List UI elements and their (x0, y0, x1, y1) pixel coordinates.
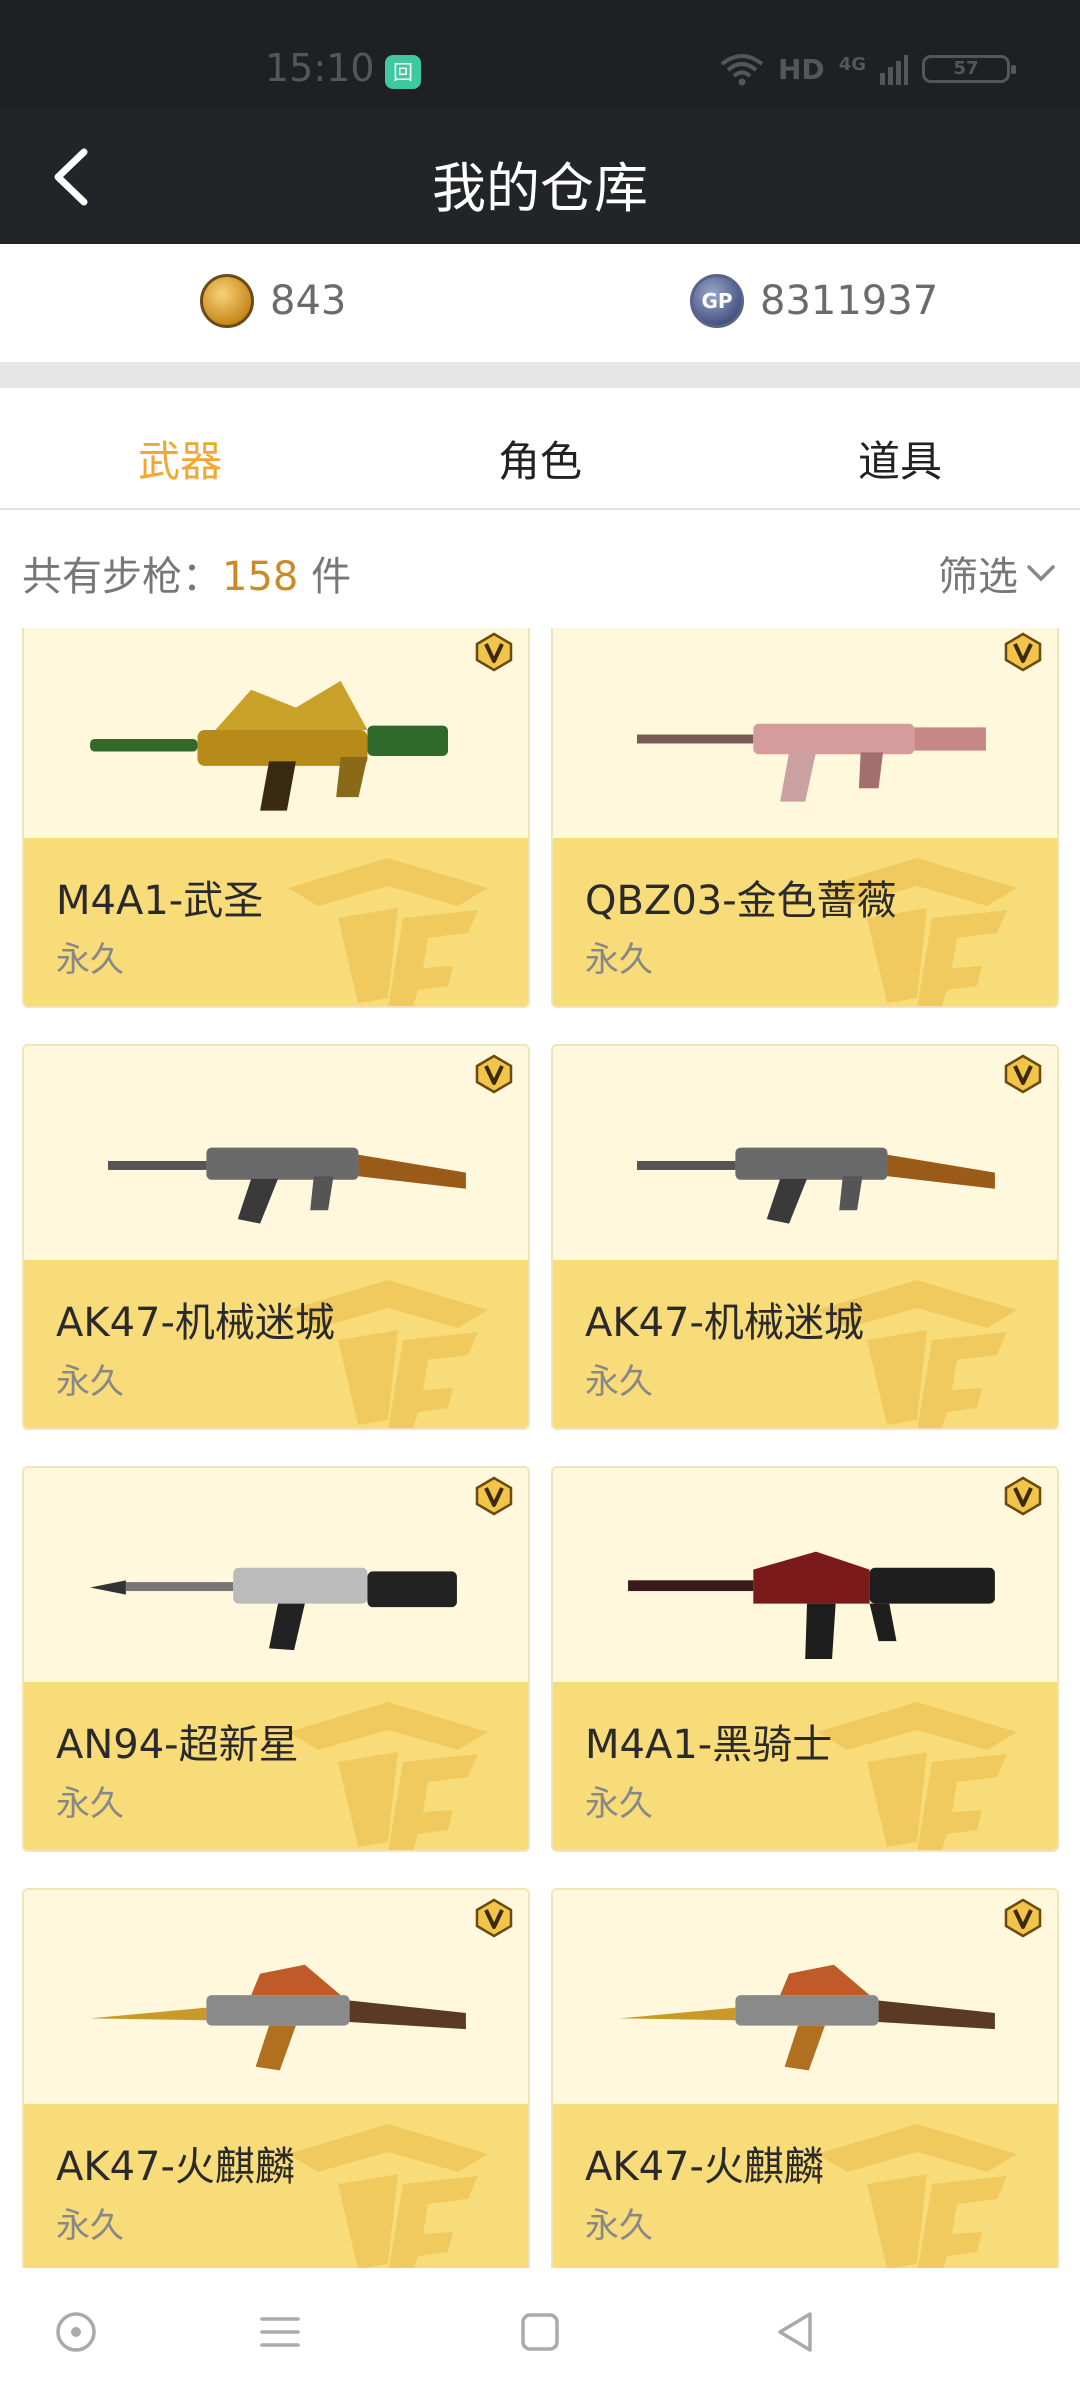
weapon-name: AN94-超新星 (56, 1722, 299, 1768)
weapon-name: M4A1-武圣 (56, 878, 264, 924)
weapon-duration: 永久 (56, 2206, 124, 2246)
status-bar: 15:10 回 HD 4G 57 (0, 0, 1080, 108)
weapon-name: AK47-火麒麟 (56, 2144, 295, 2190)
status-time: 15:10 (265, 46, 375, 90)
weapon-info: AK47-机械迷城永久 (24, 1260, 528, 1428)
cf-logo-watermark (288, 2124, 488, 2268)
weapon-info: M4A1-武圣永久 (24, 838, 528, 1006)
weapon-info: AK47-火麒麟永久 (24, 2104, 528, 2268)
cf-coin-icon (200, 274, 254, 328)
system-nav-bar (0, 2270, 1080, 2400)
chevron-down-icon (1027, 565, 1055, 582)
weapon-name: AK47-机械迷城 (585, 1300, 864, 1346)
weapon-info: QBZ03-金色蔷薇永久 (553, 838, 1057, 1006)
gp-points: GP 8311937 (690, 274, 938, 328)
nav-back-icon[interactable] (766, 2302, 826, 2362)
weapon-info: AK47-机械迷城永久 (553, 1260, 1057, 1428)
weapon-name: QBZ03-金色蔷薇 (585, 878, 897, 924)
category-tabs: 武器 角色 道具 (0, 388, 1080, 510)
cf-logo-watermark (288, 858, 488, 1006)
app-notification-icon: 回 (385, 55, 421, 89)
nav-home-icon[interactable] (510, 2302, 570, 2362)
weapon-duration: 永久 (585, 2206, 653, 2246)
vip-badge-icon (475, 1054, 513, 1094)
tab-weapons[interactable]: 武器 (30, 428, 330, 489)
weapon-card[interactable]: M4A1-黑骑士永久 (551, 1466, 1059, 1852)
weapon-image-area (553, 1046, 1057, 1260)
cf-logo-watermark (817, 1702, 1017, 1850)
weapon-info: AK47-火麒麟永久 (553, 2104, 1057, 2268)
weapon-image-area (24, 1046, 528, 1260)
weapon-duration: 永久 (56, 1362, 124, 1402)
weapon-duration: 永久 (56, 1784, 124, 1824)
weapon-card[interactable]: AK47-机械迷城永久 (22, 1044, 530, 1430)
cf-points-value: 843 (270, 278, 347, 324)
filter-button[interactable]: 筛选 (938, 544, 1058, 602)
battery-icon: 57 (922, 55, 1016, 83)
filter-label: 筛选 (938, 554, 1018, 600)
weapon-card[interactable]: QBZ03-金色蔷薇永久 (551, 628, 1059, 1008)
weapon-name: M4A1-黑骑士 (585, 1722, 833, 1768)
app-header: 我的仓库 (0, 108, 1080, 244)
currency-row: 843 GP 8311937 (0, 244, 1080, 362)
nav-menu-icon[interactable] (250, 2302, 310, 2362)
gp-points-value: 8311937 (760, 278, 939, 324)
weapon-duration: 永久 (585, 1362, 653, 1402)
weapon-grid: M4A1-武圣 永久 QBZ03-金色蔷薇 永久 AK47-机械迷城 永久 AK47-机械迷… (0, 628, 1080, 2268)
gp-coin-icon: GP (690, 274, 744, 328)
vip-badge-icon (1004, 632, 1042, 672)
count-number: 158 (222, 554, 299, 600)
signal-icon (880, 55, 908, 85)
weapon-image-area (553, 1890, 1057, 2104)
tab-characters[interactable]: 角色 (390, 428, 690, 489)
wifi-icon (720, 54, 764, 86)
weapon-image (628, 1551, 995, 1660)
weapon-card[interactable]: AN94-超新星永久 (22, 1466, 530, 1852)
network-type: HD (778, 52, 825, 86)
item-count: 共有步枪：158 件 (22, 544, 351, 602)
weapon-duration: 永久 (56, 940, 124, 980)
count-prefix: 共有步枪： (22, 554, 222, 600)
weapon-card[interactable]: M4A1-武圣永久 (22, 628, 530, 1008)
tab-items[interactable]: 道具 (750, 428, 1050, 489)
weapon-image (90, 1964, 466, 2071)
weapon-card[interactable]: AK47-火麒麟永久 (22, 1888, 530, 2268)
weapon-image-area (553, 1468, 1057, 1682)
weapon-image (637, 1147, 995, 1224)
weapon-info: M4A1-黑骑士永久 (553, 1682, 1057, 1850)
page-title: 我的仓库 (432, 157, 648, 220)
weapon-image-area (24, 1890, 528, 2104)
weapon-image (108, 1147, 466, 1224)
cf-logo-watermark (817, 2124, 1017, 2268)
vip-badge-icon (475, 632, 513, 672)
weapon-duration: 永久 (585, 940, 653, 980)
cf-logo-watermark (288, 1702, 488, 1850)
vip-badge-icon (1004, 1476, 1042, 1516)
weapon-image-area (24, 1468, 528, 1682)
section-divider (0, 362, 1080, 388)
weapon-card[interactable]: AK47-机械迷城永久 (551, 1044, 1059, 1430)
weapon-image-area (24, 628, 528, 838)
weapon-image (619, 1964, 995, 2071)
status-indicators: HD 4G 57 (720, 52, 1016, 86)
vip-badge-icon (475, 1898, 513, 1938)
weapon-duration: 永久 (585, 1784, 653, 1824)
weapon-image (637, 723, 986, 802)
weapon-name: AK47-机械迷城 (56, 1300, 335, 1346)
vip-badge-icon (1004, 1898, 1042, 1938)
weapon-info: AN94-超新星永久 (24, 1682, 528, 1850)
count-suffix: 件 (298, 554, 352, 600)
weapon-image-area (553, 628, 1057, 838)
weapon-card[interactable]: AK47-火麒麟永久 (551, 1888, 1059, 2268)
cf-points: 843 (200, 274, 346, 328)
vip-badge-icon (1004, 1054, 1042, 1094)
weapon-name: AK47-火麒麟 (585, 2144, 824, 2190)
nav-assistant-icon[interactable] (46, 2302, 106, 2362)
cell-type: 4G (838, 53, 866, 75)
vip-badge-icon (475, 1476, 513, 1516)
summary-row: 共有步枪：158 件 筛选 (0, 512, 1080, 624)
weapon-image (90, 680, 448, 811)
weapon-image (90, 1567, 457, 1651)
